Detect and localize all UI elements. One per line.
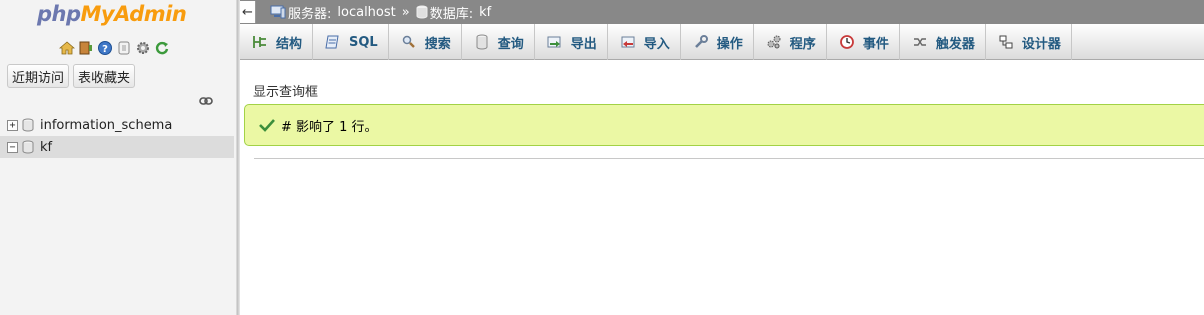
main-menu: 结构 SQL 搜索 查询 导出 导入 操作 程序 事件 触发器 设计器 [240,24,1204,60]
nav-tab-buttons: 近期访问 表收藏夹 [7,64,136,88]
server-icon [270,5,286,19]
routines-icon [767,35,781,49]
tree-item-label[interactable]: information_schema [40,118,172,133]
structure-icon [253,36,266,48]
checkmark-icon [259,119,275,132]
show-query-box-link[interactable]: 显示查询框 [253,81,318,100]
reload-icon[interactable] [154,40,170,56]
tree-item-information-schema[interactable]: + information_schema [0,114,234,136]
server-label: 服务器: [288,6,332,22]
link-icon[interactable] [199,96,213,106]
database-icon [22,140,34,154]
tab-search[interactable]: 搜索 [389,24,462,60]
clock-icon [839,35,854,49]
logo-php: php [37,2,81,26]
tab-label: 操作 [716,36,743,52]
breadcrumb-separator: » [401,4,410,20]
database-icon [416,5,428,19]
export-icon [547,36,561,48]
tab-triggers[interactable]: 触发器 [900,24,986,60]
message-text: # 影响了 1 行。 [281,119,378,135]
database-icon [22,118,34,132]
svg-text:?: ? [102,44,108,55]
search-icon [402,35,415,48]
tab-query[interactable]: 查询 [462,24,535,60]
favorites-button[interactable]: 表收藏夹 [73,64,136,88]
tab-label: 程序 [789,36,816,52]
breadcrumb: 服务器: localhost » 数据库: kf [270,3,491,22]
logo-myadmin: MyAdmin [80,2,187,26]
navigation-panel: phpMyAdmin ? 近期访问 表收藏夹 + information_sch… [0,0,237,315]
tab-label: 查询 [497,36,524,52]
tab-export[interactable]: 导出 [535,24,608,60]
tab-sql[interactable]: SQL [313,24,389,60]
tab-label: 触发器 [935,36,975,52]
home-icon[interactable] [59,40,75,56]
settings-icon[interactable] [135,40,151,56]
database-label: 数据库: [429,6,474,22]
import-icon [621,36,635,48]
recent-button[interactable]: 近期访问 [7,64,70,88]
tab-structure[interactable]: 结构 [240,24,314,60]
sql-icon [325,35,339,49]
help-icon[interactable]: ? [97,40,113,56]
success-message: # 影响了 1 行。 [244,104,1204,146]
server-link[interactable]: localhost [337,5,395,20]
tab-label: 事件 [862,36,889,52]
database-tree: + information_schema − kf [0,114,234,158]
exit-icon[interactable] [78,40,94,56]
designer-icon [999,35,1013,49]
tab-import[interactable]: 导入 [608,24,681,60]
tab-label: 导入 [643,36,670,52]
back-arrow-icon[interactable]: ← [240,1,256,23]
tab-label: 导出 [570,36,597,52]
quick-links: ? [59,40,170,56]
expand-icon[interactable]: + [7,119,18,131]
trigger-icon [913,38,926,46]
tab-operations[interactable]: 操作 [681,24,754,60]
tab-label: 设计器 [1021,36,1061,52]
query-icon [476,34,488,50]
divider [254,158,1204,159]
wrench-icon [694,35,708,48]
collapse-icon[interactable]: − [7,141,18,153]
tab-label: 搜索 [424,36,451,52]
tree-item-label[interactable]: kf [40,140,52,155]
tab-label: 结构 [276,36,303,52]
database-link[interactable]: kf [479,5,491,20]
breadcrumb-bar: ← 服务器: localhost » 数据库: kf [240,0,1204,24]
tab-routines[interactable]: 程序 [754,24,827,60]
tab-designer[interactable]: 设计器 [986,24,1072,60]
tree-item-kf[interactable]: − kf [0,136,234,158]
tab-label: SQL [349,34,378,50]
phpmyadmin-logo[interactable]: phpMyAdmin [37,2,187,26]
tab-events[interactable]: 事件 [827,24,900,60]
docs-icon[interactable] [116,40,132,56]
